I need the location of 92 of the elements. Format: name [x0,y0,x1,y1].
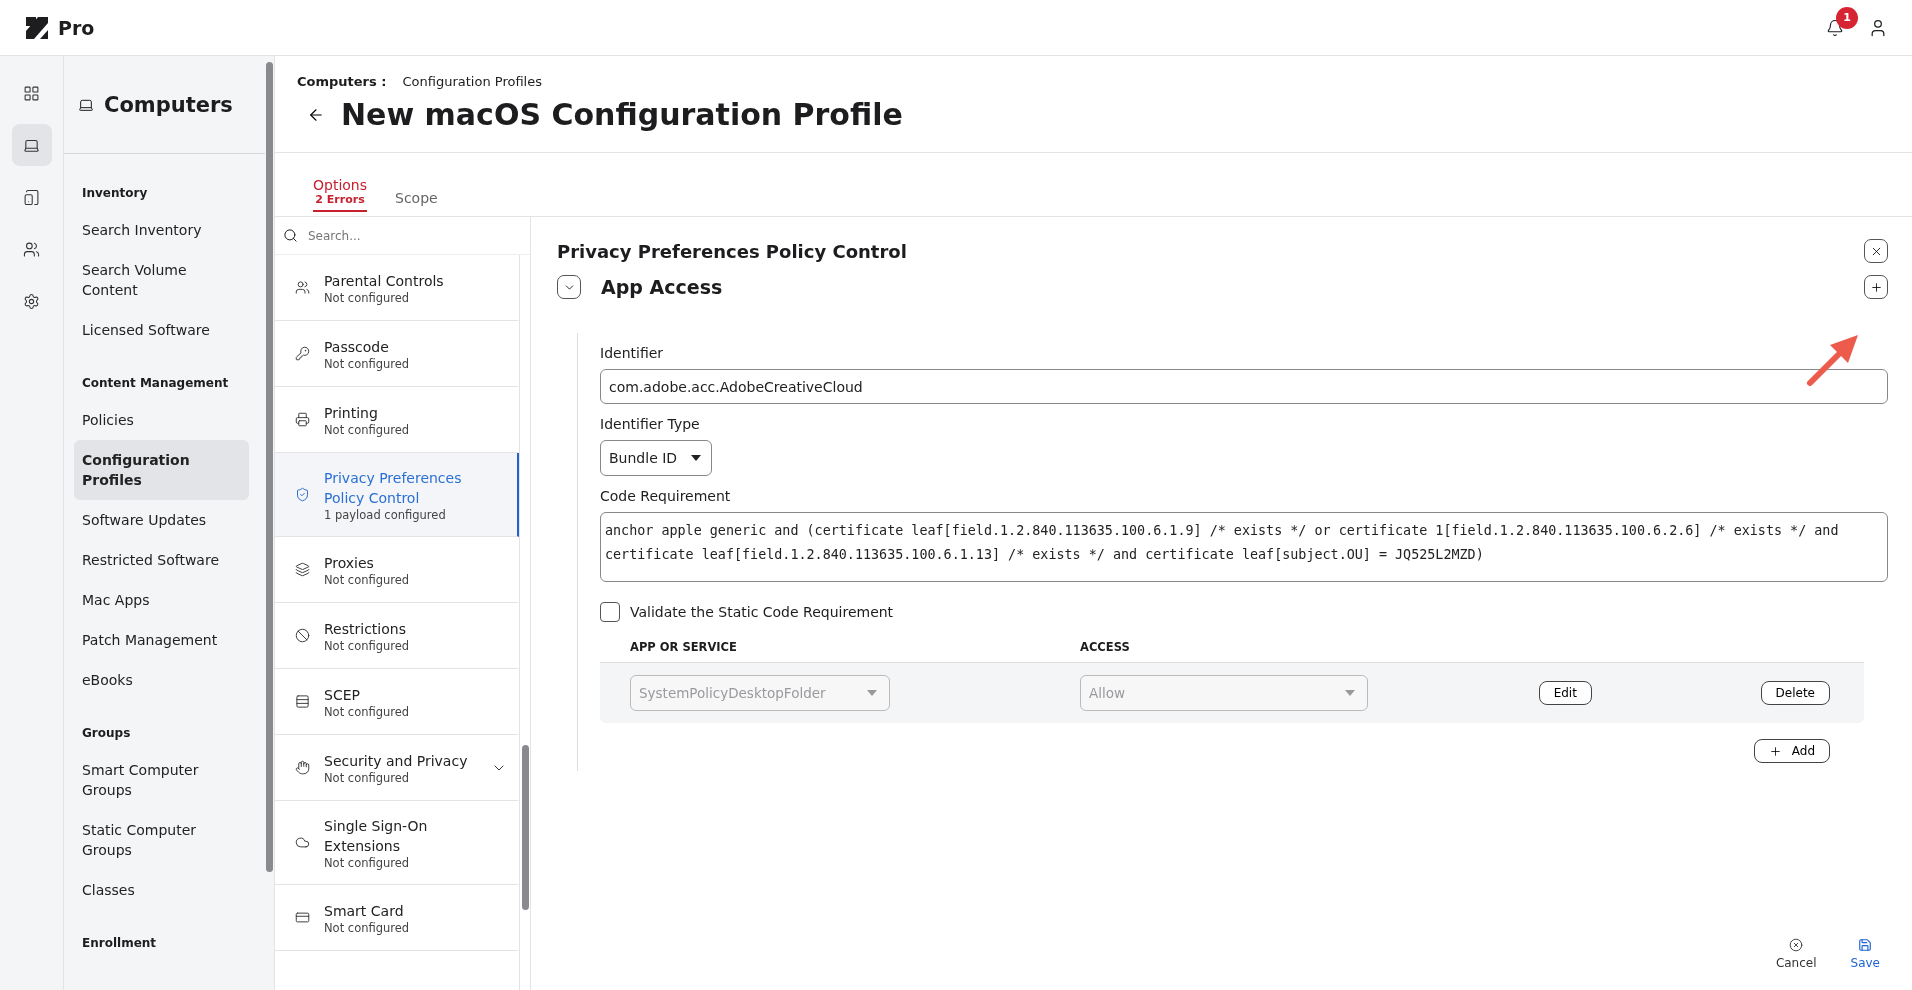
payload-name: Restrictions [324,619,407,639]
payload-status: Not configured [324,572,411,587]
field-label: Identifier Type [600,416,701,432]
nav-item[interactable]: Licensed Software [74,310,249,350]
payload-name: Proxies [324,553,375,573]
nav-item[interactable]: Patch Management [74,620,249,660]
printer-icon [295,412,310,427]
scrollbar-thumb[interactable] [266,62,273,872]
cancel-button[interactable]: Cancel [1775,938,1817,970]
identifier-field[interactable]: com.adobe.acc.AdobeCreativeCloud [600,369,1888,404]
brand-name: Pro [58,16,95,39]
payload-name: Printing [324,403,379,423]
nav-item[interactable]: Policies [74,400,249,440]
panel-title: Privacy Preferences Policy Control [557,240,907,262]
nav-item[interactable]: Software Updates [74,500,249,540]
cloud-icon [295,835,310,850]
code-requirement-field[interactable]: anchor apple generic and (certificate leaf[field.1.2.840.113635.100.6.1.9] /* exists */ or certificate 1[field.1.2.840.113635.100.6.2.6] /* exists */ and certificate leaf[field.1.2.840.113635.100.6.1.13] /* exists */ and certificate leaf[subject.OU] = JQ525L2MZD) [600,512,1888,582]
payload-status: Not configured [324,356,411,371]
card-icon [295,910,310,925]
search-icon [283,228,298,243]
people-icon [295,280,310,295]
field-label: Identifier [600,345,665,361]
caret-icon [691,455,701,461]
save-button[interactable]: Save [1850,938,1880,970]
stack-icon [295,562,310,577]
payload-name: Parental Controls [324,271,445,291]
collapse-button[interactable] [557,275,581,299]
nav-heading: Inventory [81,185,149,202]
rows-icon [295,694,310,709]
nav-item[interactable]: Restricted Software [74,540,249,580]
nav-item[interactable]: Mac Apps [74,580,249,620]
section-title: App Access [601,276,724,298]
save-icon [1858,938,1873,952]
plus-icon [1869,280,1883,294]
nav-heading: Groups [81,725,132,742]
payload-status: Not configured [324,704,411,719]
scrollbar-thumb[interactable] [521,745,529,910]
checkbox-label: Validate the Static Code Requirement [630,604,894,620]
caret-icon [867,690,877,696]
nav-heading: Enrollment [81,935,158,952]
hand-icon [295,760,310,775]
shield-check-icon [295,487,310,502]
field-label: Code Requirement [600,488,732,504]
nav-item[interactable]: Configuration Profiles [74,440,249,500]
notification-count: 1 [1836,6,1858,29]
users-icon [23,240,40,258]
payload-name: Passcode [324,337,390,357]
nav-heading: Content Management [81,375,230,392]
plus-icon [1768,744,1782,758]
payload-name: Smart Card [324,901,405,921]
rail-button[interactable] [11,124,52,166]
caret-icon [1345,690,1355,696]
payload-item[interactable]: Privacy Preferences Policy Control 1 payload configured [275,453,519,537]
add-button[interactable]: Add [1753,739,1830,763]
breadcrumb-current: Configuration Profiles [402,74,542,89]
tab[interactable]: Scope [395,190,438,212]
key-icon [295,346,310,361]
nav-item[interactable]: Static Computer Groups [74,810,249,870]
nav-item[interactable]: Search Inventory [74,210,249,250]
payload-status: Not configured [324,638,411,653]
notifications-icon[interactable] [1826,18,1844,37]
column-header: ACCESS [1080,640,1131,654]
breadcrumb-link[interactable]: Computers : [297,74,387,89]
devices-icon [23,188,40,206]
payload-status: Not configured [324,855,411,870]
add-button[interactable] [1864,275,1888,299]
payload-status: Not configured [324,290,411,305]
close-button[interactable] [1864,239,1888,263]
logo-icon [26,16,48,39]
identifier-type-select[interactable]: Bundle ID [600,440,712,476]
settings-icon [23,292,40,310]
payload-status: Not configured [324,422,411,437]
grid-icon [23,84,40,102]
nav-item[interactable]: Classes [74,870,249,910]
column-header: APP OR SERVICE [630,640,738,654]
prohibited-icon [295,628,310,643]
page-title: New macOS Configuration Profile [341,97,903,132]
payload-status: 1 payload configured [324,507,447,522]
checkbox[interactable] [600,602,620,622]
payload-name: SCEP [324,685,361,705]
nav-item[interactable]: eBooks [74,660,249,700]
section-title: Computers [104,92,233,117]
payload-name: Privacy Preferences Policy Control [324,468,463,508]
nav-item[interactable]: Search Volume Content [74,250,249,310]
payload-name: Security and Privacy [324,751,469,771]
cancel-icon [1789,938,1804,952]
payload-name: Single Sign-On Extensions [324,816,429,856]
payload-status: Not configured [324,770,411,785]
search-field[interactable]: Search... [306,227,522,244]
payload-status: Not configured [324,920,411,935]
nav-item[interactable]: Smart Computer Groups [74,750,249,810]
tab[interactable]: Options 2 Errors [313,177,368,212]
